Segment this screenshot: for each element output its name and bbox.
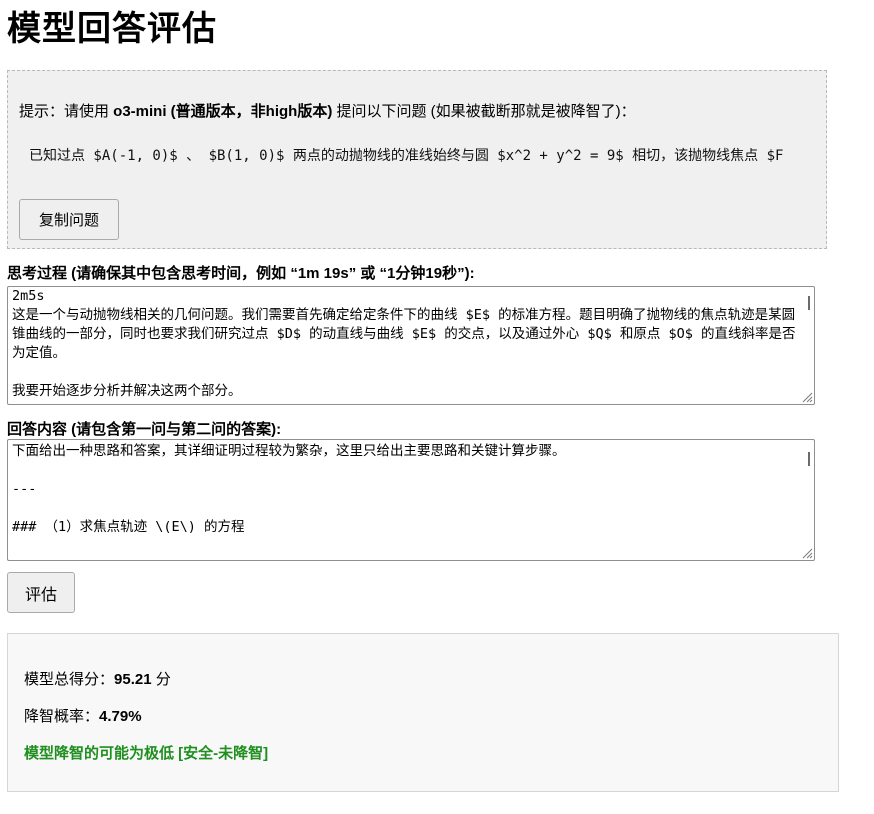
score-unit: 分 (151, 671, 171, 688)
resize-grip-icon[interactable] (801, 547, 813, 559)
thinking-label: 思考过程 (请确保其中包含思考时间，例如 “1m 19s” 或 “1分钟19秒”… (7, 265, 475, 282)
score-line: 模型总得分：95.21 分 (24, 668, 171, 689)
answer-textarea[interactable]: 下面给出一种思路和答案，其详细证明过程较为繁杂，这里只给出主要思路和关键计算步骤… (7, 439, 815, 561)
thinking-textarea[interactable]: 2m5s 这是一个与动抛物线相关的几何问题。我们需要首先确定给定条件下的曲线 $… (7, 286, 815, 405)
score-label: 模型总得分： (24, 671, 115, 688)
page-title: 模型回答评估 (7, 10, 217, 48)
question-text: 已知过点 $A(-1, 0)$ 、 $B(1, 0)$ 两点的动抛物线的准线始终… (29, 148, 784, 164)
evaluate-button[interactable]: 评估 (7, 572, 75, 613)
probability-line: 降智概率：4.79% (24, 705, 142, 726)
copy-question-button[interactable]: 复制问题 (19, 199, 119, 240)
thinking-scroll-thumb[interactable] (808, 296, 810, 310)
score-value: 95.21 (114, 671, 152, 688)
result-panel: 模型总得分：95.21 分 降智概率：4.79% 模型降智的可能为极低 [安全-… (7, 633, 839, 792)
hint-prefix: 提示：请使用 (19, 103, 114, 120)
question-scroll-area[interactable]: 已知过点 $A(-1, 0)$ 、 $B(1, 0)$ 两点的动抛物线的准线始终… (19, 133, 817, 173)
answer-scroll-thumb[interactable] (808, 452, 810, 466)
thinking-text: 2m5s 这是一个与动抛物线相关的几何问题。我们需要首先确定给定条件下的曲线 $… (12, 288, 796, 399)
hint-text: 提示：请使用 o3-mini (普通版本，非high版本) 提问以下问题 (如果… (19, 100, 636, 121)
answer-text: 下面给出一种思路和答案，其详细证明过程较为繁杂，这里只给出主要思路和关键计算步骤… (12, 443, 566, 535)
answer-label: 回答内容 (请包含第一问与第二问的答案): (7, 421, 282, 438)
probability-label: 降智概率： (24, 708, 100, 725)
probability-value: 4.79% (99, 708, 142, 725)
verdict-text: 模型降智的可能为极低 [安全-未降智] (24, 745, 269, 762)
prompt-box: 提示：请使用 o3-mini (普通版本，非high版本) 提问以下问题 (如果… (7, 70, 827, 249)
hint-model: o3-mini (普通版本，非high版本) (113, 103, 333, 120)
resize-grip-icon[interactable] (801, 391, 813, 403)
hint-suffix: 提问以下问题 (如果被截断那就是被降智了)： (332, 103, 636, 120)
